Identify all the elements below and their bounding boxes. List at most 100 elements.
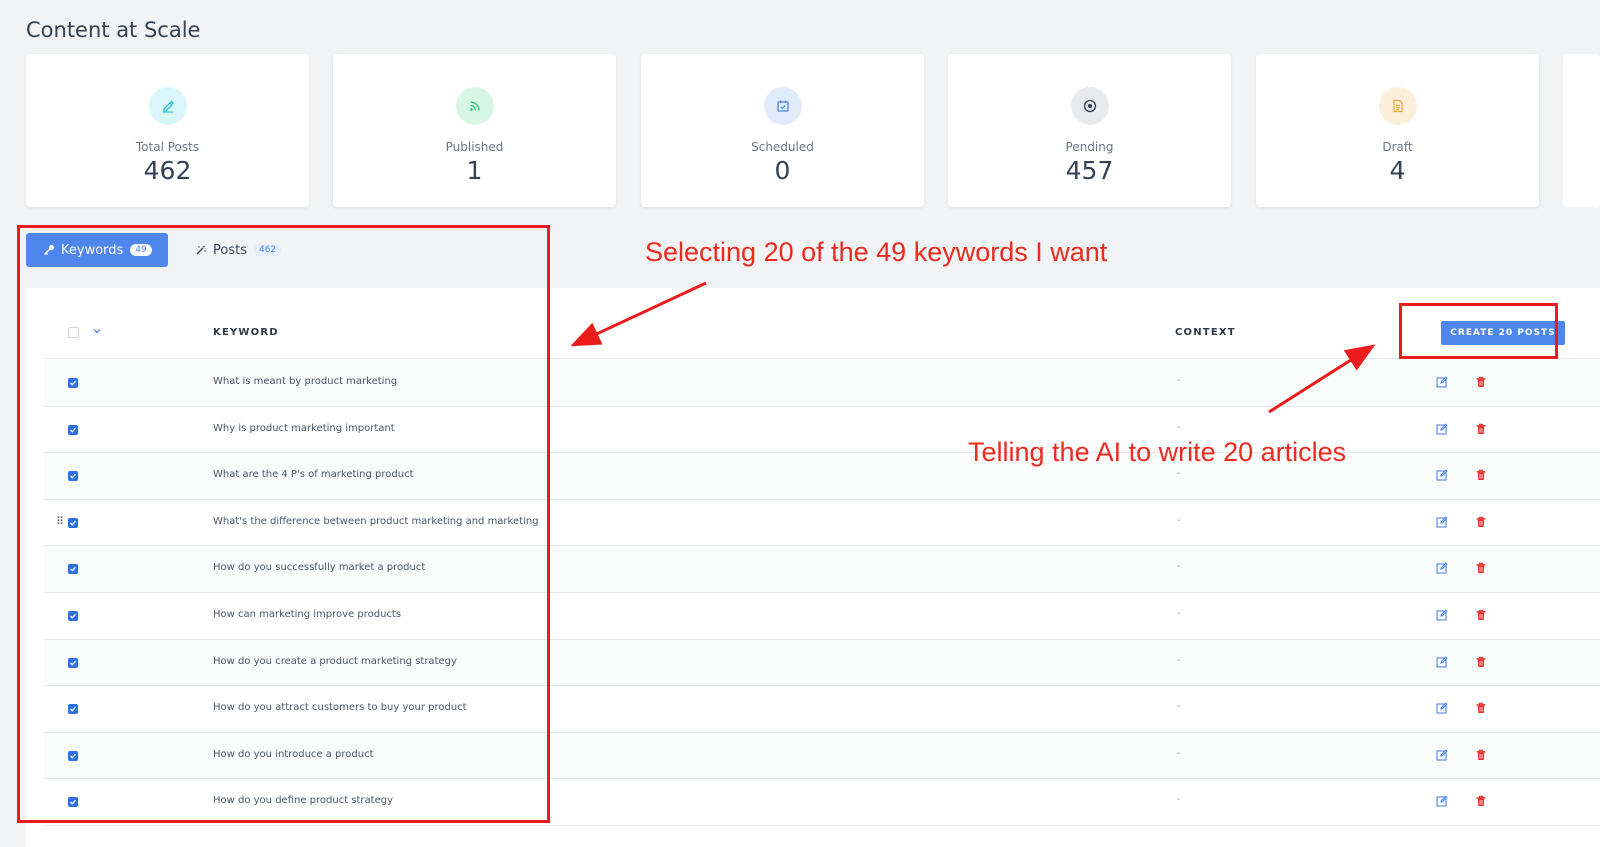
stat-value: 1 bbox=[466, 156, 483, 185]
edit-icon[interactable] bbox=[1436, 422, 1448, 440]
row-checkbox[interactable] bbox=[68, 610, 78, 621]
table-row: How do you successfully market a product… bbox=[44, 546, 1600, 593]
page-title: Content at Scale bbox=[26, 18, 201, 42]
tab-posts-label: Posts bbox=[213, 242, 247, 258]
row-checkbox[interactable] bbox=[68, 704, 78, 715]
trash-icon[interactable] bbox=[1475, 515, 1487, 533]
row-keyword: How can marketing improve products bbox=[213, 608, 402, 620]
tab-keywords-count: 49 bbox=[130, 244, 152, 256]
tab-keywords[interactable]: Keywords 49 bbox=[26, 233, 168, 267]
trash-icon[interactable] bbox=[1475, 422, 1487, 440]
table-row: ⠿ What's the difference between product … bbox=[44, 500, 1600, 547]
row-context: - bbox=[1177, 607, 1181, 619]
stat-card-pending: Pending 457 bbox=[948, 54, 1231, 207]
row-context: - bbox=[1177, 701, 1181, 713]
row-context: - bbox=[1177, 747, 1181, 759]
select-all-checkbox[interactable] bbox=[68, 327, 79, 338]
annotation-selecting: Selecting 20 of the 49 keywords I want bbox=[645, 237, 1108, 267]
table-row: How do you attract customers to buy your… bbox=[44, 686, 1600, 733]
edit-icon[interactable] bbox=[1436, 794, 1448, 812]
row-keyword: What are the 4 P's of marketing product bbox=[213, 469, 414, 481]
trash-icon[interactable] bbox=[1475, 608, 1487, 626]
stat-label: Total Posts bbox=[135, 140, 200, 154]
annotation-telling: Telling the AI to write 20 articles bbox=[968, 437, 1347, 467]
table-row: What are the 4 P's of marketing product … bbox=[44, 453, 1600, 500]
drag-handle-icon[interactable]: ⠿ bbox=[56, 515, 64, 528]
rss-icon bbox=[455, 87, 494, 125]
stat-label: Published bbox=[445, 140, 504, 154]
table-header: KEYWORD CONTEXT CREATE 20 POSTS bbox=[44, 288, 1600, 359]
row-keyword: What is meant by product marketing bbox=[213, 376, 398, 387]
table-body: What is meant by product marketing - Why… bbox=[44, 360, 1600, 826]
row-keyword: How do you define product strategy bbox=[213, 795, 394, 807]
chevron-down-icon[interactable] bbox=[93, 326, 101, 337]
create-posts-button[interactable]: CREATE 20 POSTS bbox=[1441, 321, 1565, 345]
row-keyword: Why is product marketing important bbox=[213, 422, 395, 434]
row-context: - bbox=[1177, 561, 1181, 573]
row-keyword: How do you attract customers to buy your… bbox=[213, 702, 467, 714]
stat-card-partial bbox=[1563, 54, 1600, 207]
row-checkbox[interactable] bbox=[68, 517, 78, 528]
edit-icon[interactable] bbox=[1436, 515, 1448, 533]
row-keyword: How do you create a product marketing st… bbox=[213, 655, 457, 667]
trash-icon[interactable] bbox=[1475, 655, 1487, 673]
stat-card-total-posts: Total Posts 462 bbox=[26, 54, 309, 207]
edit-icon[interactable] bbox=[1436, 608, 1448, 626]
trash-icon[interactable] bbox=[1475, 794, 1487, 812]
row-context: - bbox=[1177, 421, 1181, 433]
trash-icon[interactable] bbox=[1475, 561, 1487, 579]
edit-icon[interactable] bbox=[1436, 561, 1448, 579]
document-icon bbox=[1378, 87, 1417, 125]
table-row: What is meant by product marketing - bbox=[44, 360, 1600, 407]
edit-icon[interactable] bbox=[1436, 468, 1448, 486]
magic-wand-icon bbox=[195, 244, 207, 256]
pencil-icon bbox=[148, 87, 187, 125]
keywords-table-panel: KEYWORD CONTEXT CREATE 20 POSTS What is … bbox=[26, 288, 1600, 847]
edit-icon[interactable] bbox=[1436, 748, 1448, 766]
row-context: - bbox=[1177, 514, 1181, 526]
row-keyword: How do you successfully market a product bbox=[213, 562, 426, 574]
row-checkbox[interactable] bbox=[68, 424, 78, 435]
stat-label: Draft bbox=[1382, 140, 1413, 154]
row-checkbox[interactable] bbox=[68, 657, 78, 668]
calendar-check-icon bbox=[763, 87, 802, 125]
column-header-context[interactable]: CONTEXT bbox=[1175, 327, 1236, 338]
table-row: How do you define product strategy - bbox=[44, 779, 1600, 826]
stat-card-draft: Draft 4 bbox=[1256, 54, 1539, 207]
stats-row: Total Posts 462 Published 1 Scheduled 0 … bbox=[26, 54, 1600, 207]
row-keyword: How do you introduce a product bbox=[213, 748, 374, 760]
stat-value: 457 bbox=[1065, 156, 1114, 185]
row-context: - bbox=[1177, 375, 1181, 386]
row-context: - bbox=[1177, 468, 1181, 480]
table-row: How can marketing improve products - bbox=[44, 593, 1600, 640]
table-row: How do you create a product marketing st… bbox=[44, 639, 1600, 687]
row-checkbox[interactable] bbox=[68, 471, 78, 482]
table-row: How do you introduce a product - bbox=[44, 732, 1600, 780]
stat-label: Scheduled bbox=[751, 140, 814, 154]
row-context: - bbox=[1177, 794, 1181, 806]
stat-value: 0 bbox=[774, 156, 791, 185]
stat-card-scheduled: Scheduled 0 bbox=[641, 54, 924, 207]
stat-value: 462 bbox=[143, 156, 192, 185]
key-icon bbox=[43, 244, 55, 256]
row-checkbox[interactable] bbox=[68, 750, 78, 761]
trash-icon[interactable] bbox=[1475, 748, 1487, 766]
trash-icon[interactable] bbox=[1475, 375, 1487, 393]
row-checkbox[interactable] bbox=[68, 378, 78, 388]
edit-icon[interactable] bbox=[1436, 375, 1448, 393]
row-checkbox[interactable] bbox=[68, 797, 78, 808]
record-icon bbox=[1070, 87, 1109, 125]
stat-label: Pending bbox=[1065, 140, 1114, 154]
tab-posts-count: 462 bbox=[253, 244, 282, 256]
row-context: - bbox=[1177, 654, 1181, 666]
row-keyword: What's the difference between product ma… bbox=[213, 515, 539, 527]
column-header-keyword[interactable]: KEYWORD bbox=[213, 327, 279, 338]
trash-icon[interactable] bbox=[1475, 468, 1487, 486]
row-checkbox[interactable] bbox=[68, 564, 78, 575]
edit-icon[interactable] bbox=[1436, 655, 1448, 673]
stat-card-published: Published 1 bbox=[333, 54, 616, 207]
edit-icon[interactable] bbox=[1436, 701, 1448, 719]
trash-icon[interactable] bbox=[1475, 701, 1487, 719]
tab-posts[interactable]: Posts 462 bbox=[195, 233, 295, 267]
stat-value: 4 bbox=[1389, 156, 1406, 185]
